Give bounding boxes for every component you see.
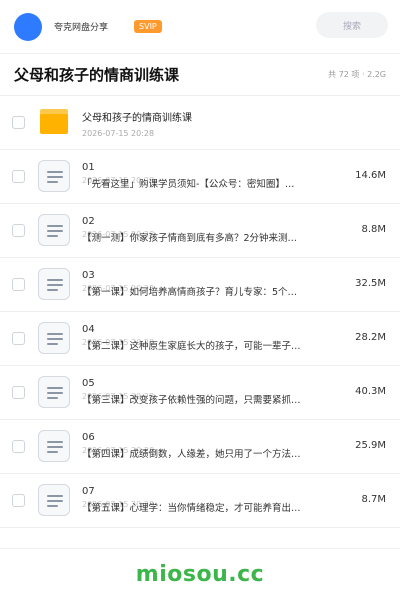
page-title: 父母和孩子的情商训练课: [14, 66, 180, 84]
file-title: 【测一测】你家孩子情商到底有多高？2分钟来测…: [82, 233, 298, 244]
file-size: 8.8M: [361, 224, 386, 235]
search-button[interactable]: 搜索: [316, 12, 388, 38]
file-title: 【第四课】成绩倒数，人缘差，她只用了一个方法…: [82, 449, 301, 460]
list-item[interactable]: 01 2026-07-15 20:28 「先看这里」购课学员须知-【公众号：密知…: [0, 150, 400, 204]
select-checkbox[interactable]: [12, 116, 25, 129]
document-icon: [38, 484, 70, 516]
select-checkbox[interactable]: [12, 224, 25, 237]
search-label: 搜索: [342, 21, 361, 32]
file-number: 04: [82, 324, 95, 335]
document-icon: [38, 268, 70, 300]
footer: miosou.cc: [0, 548, 400, 600]
file-number: 02: [82, 216, 95, 227]
file-title: 【第五课】心理学：当你情绪稳定，才可能养育出…: [82, 503, 301, 514]
select-checkbox[interactable]: [12, 386, 25, 399]
folder-icon: [40, 109, 68, 134]
file-number: 07: [82, 486, 95, 497]
file-size: 14.6M: [355, 170, 386, 181]
file-size: 8.7M: [361, 494, 386, 505]
document-icon: [38, 214, 70, 246]
select-checkbox[interactable]: [12, 494, 25, 507]
folder-date: 2026-07-15 20:28: [82, 129, 155, 138]
file-number: 03: [82, 270, 95, 281]
svip-badge: SVIP: [134, 20, 162, 33]
file-title: 【第一课】如何培养高情商孩子？育儿专家：5个…: [82, 287, 298, 298]
file-number: 06: [82, 432, 95, 443]
file-number: 05: [82, 378, 95, 389]
folder-name: 父母和孩子的情商训练课: [82, 113, 192, 124]
file-size: 28.2M: [355, 332, 386, 343]
select-checkbox[interactable]: [12, 170, 25, 183]
list-item[interactable]: 07 2026-07-15 20:28 【第五课】心理学：当你情绪稳定，才可能养…: [0, 474, 400, 528]
select-checkbox[interactable]: [12, 440, 25, 453]
folder-meta: 共 72 项 · 2.2G: [328, 70, 386, 79]
list-item[interactable]: 05 2026-07-15 20:28 【第三课】改变孩子依赖性强的问题，只需要…: [0, 366, 400, 420]
file-size: 40.3M: [355, 386, 386, 397]
file-title: 【第三课】改变孩子依赖性强的问题，只需要紧抓…: [82, 395, 301, 406]
select-checkbox[interactable]: [12, 332, 25, 345]
avatar[interactable]: [14, 12, 42, 41]
file-title: 「先看这里」购课学员须知-【公众号：密知圈】…: [82, 179, 295, 190]
list-item-folder[interactable]: 父母和孩子的情商训练课 2026-07-15 20:28: [0, 96, 400, 150]
list-item[interactable]: 03 2026-07-15 20:28 【第一课】如何培养高情商孩子？育儿专家：…: [0, 258, 400, 312]
username: 夸克网盘分享: [54, 23, 109, 33]
document-icon: [38, 376, 70, 408]
file-number: 01: [82, 162, 95, 173]
document-icon: [38, 430, 70, 462]
document-icon: [38, 160, 70, 192]
file-size: 32.5M: [355, 278, 386, 289]
select-checkbox[interactable]: [12, 278, 25, 291]
document-icon: [38, 322, 70, 354]
list-item[interactable]: 02 2026-07-15 20:28 【测一测】你家孩子情商到底有多高？2分钟…: [0, 204, 400, 258]
list-item[interactable]: 06 2026-07-15 20:28 【第四课】成绩倒数，人缘差，她只用了一个…: [0, 420, 400, 474]
list-item[interactable]: 04 2026-07-15 20:28 【第二课】这种原生家庭长大的孩子，可能一…: [0, 312, 400, 366]
watermark: miosou.cc: [135, 562, 265, 587]
file-size: 25.9M: [355, 440, 386, 451]
file-list: 父母和孩子的情商训练课 2026-07-15 20:28 01 2026-07-…: [0, 96, 400, 528]
folder-header: 父母和孩子的情商训练课 共 72 项 · 2.2G: [0, 54, 400, 96]
top-bar: 夸克网盘分享 SVIP 搜索: [0, 0, 400, 54]
file-title: 【第二课】这种原生家庭长大的孩子，可能一辈子…: [82, 341, 301, 352]
